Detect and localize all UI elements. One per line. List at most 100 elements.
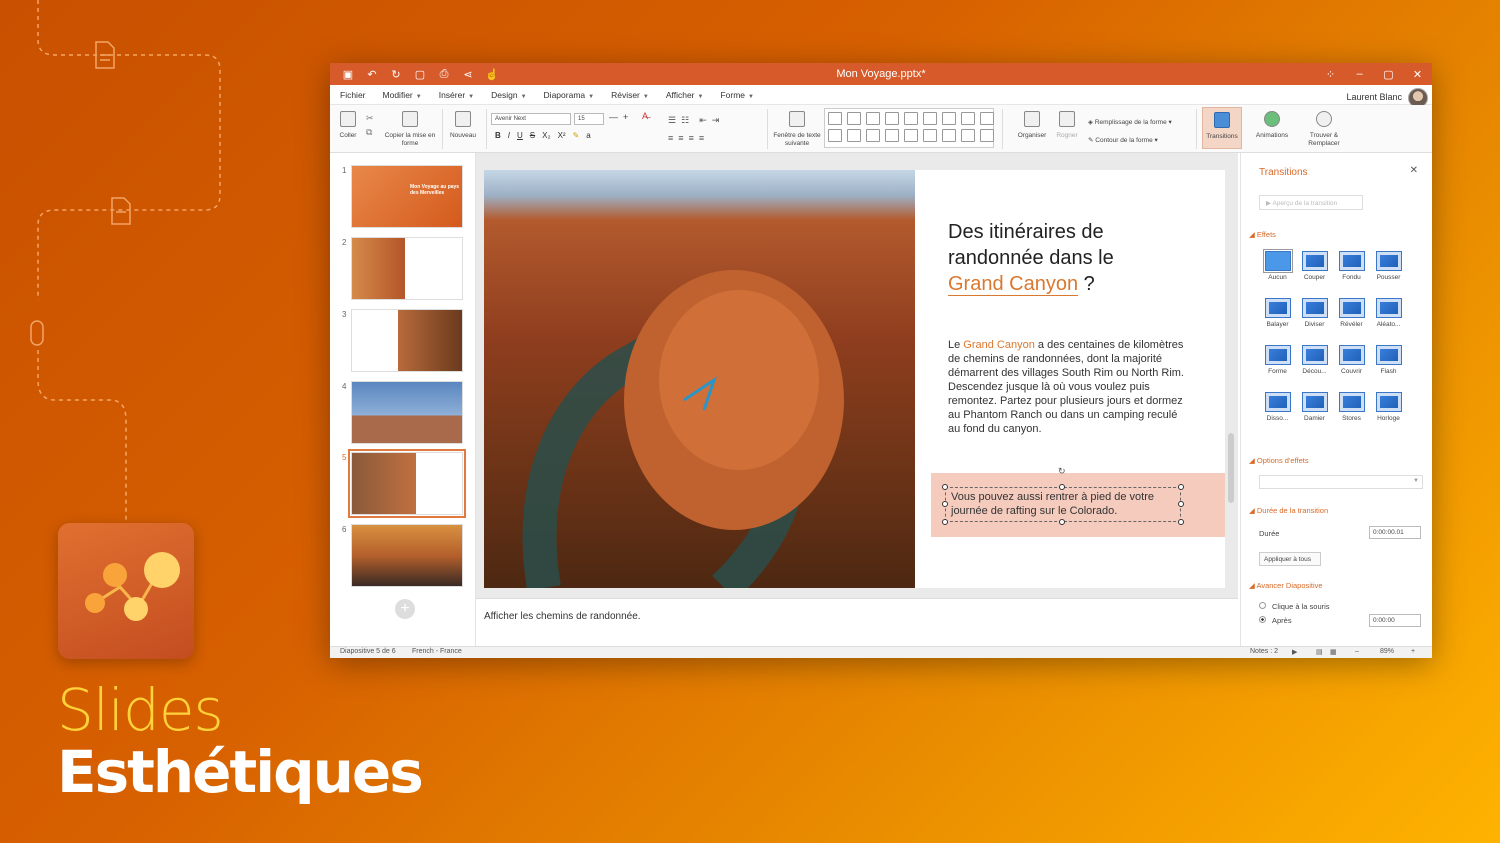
- menu-forme[interactable]: Forme ▼: [720, 90, 754, 100]
- canyon-photo[interactable]: [484, 170, 915, 588]
- effect-options-header[interactable]: ◢ Options d'effets: [1249, 456, 1309, 465]
- slide-thumbnail-1[interactable]: Mon Voyage au pays des Merveilles: [351, 165, 463, 228]
- zoom-out-icon[interactable]: –: [1355, 648, 1359, 655]
- slide-canvas[interactable]: Des itinéraires de randonnée dans le Gra…: [484, 170, 1225, 588]
- justify-icon[interactable]: ≡: [699, 133, 704, 143]
- menu-reviser[interactable]: Réviser ▼: [611, 90, 649, 100]
- resize-handle[interactable]: [1178, 484, 1184, 490]
- duration-input[interactable]: 0:00:00.01: [1369, 526, 1421, 539]
- outdent-icon[interactable]: ⇥: [712, 115, 720, 125]
- resize-handle[interactable]: [942, 484, 948, 490]
- effect-damier[interactable]: Damier: [1296, 392, 1333, 422]
- slide-thumbnail-6[interactable]: [351, 524, 463, 587]
- menu-inserer[interactable]: Insérer ▼: [439, 90, 474, 100]
- effect-fondu[interactable]: Fondu: [1333, 251, 1370, 281]
- save-icon[interactable]: ▣: [338, 68, 358, 81]
- format-painter-button[interactable]: Copier la mise en forme: [384, 111, 436, 147]
- language-status[interactable]: French - France: [412, 648, 462, 655]
- font-size-select[interactable]: 15: [574, 113, 604, 125]
- slide-title[interactable]: Des itinéraires de randonnée dans le Gra…: [948, 219, 1198, 297]
- resize-handle[interactable]: [1059, 519, 1065, 525]
- layout-icon[interactable]: ⁘: [1316, 68, 1345, 81]
- effect-horloge[interactable]: Horloge: [1370, 392, 1407, 422]
- align-right-icon[interactable]: ≡: [689, 133, 694, 143]
- cut-icon[interactable]: ✂: [366, 113, 374, 123]
- italic-button[interactable]: I: [508, 131, 510, 140]
- grid-view-icon[interactable]: ▦: [1330, 648, 1337, 656]
- shape-outline-button[interactable]: ✎ Contour de la forme ▾: [1088, 137, 1158, 144]
- slide-body-text[interactable]: Le Grand Canyon a des centaines de kilom…: [948, 338, 1186, 436]
- effect-flash[interactable]: Flash: [1370, 345, 1407, 375]
- editor-scrollbar[interactable]: [1226, 153, 1236, 588]
- indent-icon[interactable]: ⇤: [699, 115, 707, 125]
- after-radio[interactable]: [1259, 616, 1266, 623]
- font-color-icon[interactable]: a: [586, 131, 590, 140]
- slide-thumbnail-3[interactable]: [351, 309, 463, 372]
- duration-section-header[interactable]: ◢ Durée de la transition: [1249, 506, 1328, 515]
- zoom-in-icon[interactable]: +: [1411, 648, 1415, 655]
- effect-dissoudre[interactable]: Disso...: [1259, 392, 1296, 422]
- resize-handle[interactable]: [1178, 519, 1184, 525]
- transitions-button[interactable]: Transitions: [1202, 107, 1242, 149]
- slide-thumbnail-4[interactable]: [351, 381, 463, 444]
- text-window-button[interactable]: Fenêtre de texte suivante: [773, 111, 821, 147]
- effect-aleatoire[interactable]: Aléato...: [1370, 298, 1407, 328]
- shape-gallery[interactable]: [824, 108, 994, 148]
- maximize-icon[interactable]: ▢: [1374, 68, 1403, 81]
- callout-text-box[interactable]: Vous pouvez aussi rentrer à pied de votr…: [945, 487, 1181, 522]
- after-time-input[interactable]: 0:00:00: [1369, 614, 1421, 627]
- effect-aucun[interactable]: Aucun: [1259, 249, 1296, 281]
- apply-all-button[interactable]: Appliquer à tous: [1259, 552, 1321, 566]
- align-center-icon[interactable]: ≡: [678, 133, 683, 143]
- resize-handle[interactable]: [1059, 484, 1065, 490]
- new-file-icon[interactable]: ▢: [410, 68, 430, 81]
- share-icon[interactable]: ⋖: [458, 68, 478, 81]
- close-icon[interactable]: ✕: [1410, 165, 1418, 176]
- effect-options-dropdown[interactable]: ▼: [1259, 475, 1423, 489]
- resize-handle[interactable]: [1178, 501, 1184, 507]
- new-slide-button[interactable]: Nouveau: [446, 111, 480, 140]
- font-size-controls[interactable]: — +: [609, 112, 628, 122]
- slide-thumbnail-5[interactable]: [348, 449, 466, 518]
- paste-button[interactable]: Coller: [336, 111, 360, 140]
- resize-handle[interactable]: [942, 519, 948, 525]
- strike-button[interactable]: S: [530, 131, 535, 140]
- effect-reveler[interactable]: Révéler: [1333, 298, 1370, 328]
- menu-design[interactable]: Design ▼: [491, 90, 526, 100]
- resize-handle[interactable]: [942, 501, 948, 507]
- touch-icon[interactable]: ☝: [482, 68, 502, 81]
- find-replace-button[interactable]: Trouver & Remplacer: [1300, 111, 1348, 147]
- crop-button[interactable]: Rogner: [1052, 111, 1082, 140]
- effect-diviser[interactable]: Diviser: [1296, 298, 1333, 328]
- zoom-level[interactable]: 89%: [1380, 648, 1394, 655]
- rotate-handle-icon[interactable]: ↻: [1058, 466, 1066, 477]
- arrange-button[interactable]: Organiser: [1014, 111, 1050, 140]
- minimize-icon[interactable]: –: [1345, 68, 1374, 81]
- font-name-select[interactable]: Avenir Next: [491, 113, 571, 125]
- bold-button[interactable]: B: [495, 131, 501, 140]
- menu-modifier[interactable]: Modifier ▼: [383, 90, 422, 100]
- menu-diaporama[interactable]: Diaporama ▼: [544, 90, 595, 100]
- shape-fill-button[interactable]: ◈ Remplissage de la forme ▾: [1088, 119, 1172, 126]
- numbering-icon[interactable]: ☷: [681, 115, 689, 125]
- highlight-icon[interactable]: ✎: [573, 131, 580, 140]
- undo-icon[interactable]: ↶: [362, 68, 382, 81]
- slide-thumbnail-2[interactable]: [351, 237, 463, 300]
- on-click-radio[interactable]: [1259, 602, 1266, 609]
- notes-pane[interactable]: Afficher les chemins de randonnée.: [476, 598, 1238, 646]
- align-left-icon[interactable]: ≡: [668, 133, 673, 143]
- close-icon[interactable]: ✕: [1403, 68, 1432, 81]
- advance-section-header[interactable]: ◢ Avancer Diapositive: [1249, 581, 1323, 590]
- normal-view-icon[interactable]: ▤: [1316, 648, 1323, 656]
- effect-forme[interactable]: Forme: [1259, 345, 1296, 375]
- menu-fichier[interactable]: Fichier: [340, 90, 366, 100]
- animations-button[interactable]: Animations: [1252, 111, 1292, 140]
- subscript-button[interactable]: X₂: [542, 131, 550, 140]
- effect-pousser[interactable]: Pousser: [1370, 251, 1407, 281]
- play-icon[interactable]: ▶: [1292, 648, 1297, 656]
- copy-icon[interactable]: ⧉: [366, 127, 372, 137]
- effect-couvrir[interactable]: Couvrir: [1333, 345, 1370, 375]
- clear-format-icon[interactable]: A̶: [642, 111, 648, 121]
- add-slide-button[interactable]: +: [395, 599, 415, 619]
- notes-count[interactable]: Notes : 2: [1250, 648, 1278, 655]
